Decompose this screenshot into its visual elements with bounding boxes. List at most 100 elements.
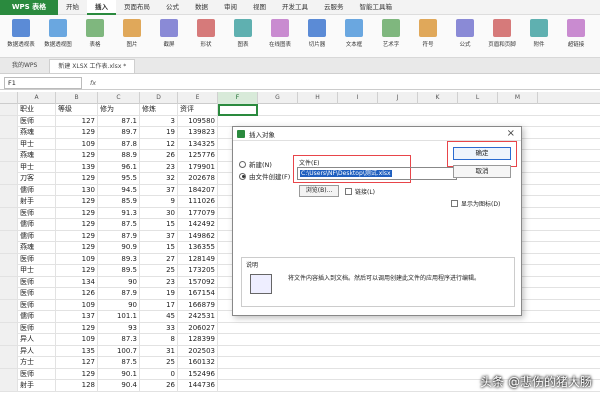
ribbon-item-3[interactable]: 图片 — [115, 17, 149, 48]
cell-c[interactable]: 85.9 — [98, 196, 140, 207]
cell-b[interactable]: 129 — [56, 230, 98, 242]
row-number[interactable] — [0, 380, 18, 391]
radio-from-file[interactable]: 由文件创建(F) — [239, 171, 290, 181]
ribbon-item-15[interactable]: 超链接 — [559, 17, 593, 48]
cell-c[interactable]: 87.9 — [98, 230, 140, 242]
row-number[interactable] — [0, 357, 18, 368]
cell-b[interactable]: 等级 — [56, 104, 98, 115]
ribbon-item-11[interactable]: 符号 — [411, 17, 445, 48]
cell-b[interactable]: 135 — [56, 345, 98, 357]
ribbon-item-2[interactable]: 表格 — [78, 17, 112, 48]
cell-d[interactable]: 0 — [140, 368, 178, 380]
cell-e[interactable]: 167154 — [178, 288, 218, 299]
cell-e[interactable]: 144736 — [178, 380, 218, 391]
column-header-D[interactable]: D — [140, 92, 178, 104]
cell-c[interactable]: 93 — [98, 322, 140, 334]
cell-d[interactable]: 26 — [140, 150, 178, 161]
column-header-G[interactable]: G — [258, 92, 298, 104]
cell-d[interactable]: 31 — [140, 345, 178, 357]
cell-d[interactable]: 25 — [140, 357, 178, 368]
cell-d[interactable]: 15 — [140, 219, 178, 230]
cell-e[interactable]: 206027 — [178, 322, 218, 334]
ribbon-item-6[interactable]: 图表 — [226, 17, 260, 48]
cell-b[interactable]: 129 — [56, 242, 98, 253]
cell-a[interactable]: 射手 — [18, 380, 56, 391]
cell-e[interactable]: 202503 — [178, 345, 218, 357]
cell-c[interactable]: 89.7 — [98, 127, 140, 138]
file-path-input[interactable]: C:\Users\NF\Desktop\测试.xlsx — [297, 167, 457, 180]
cell-e[interactable]: 179901 — [178, 161, 218, 173]
cell-a[interactable]: 医师 — [18, 299, 56, 311]
ribbon-item-9[interactable]: 文本框 — [337, 17, 371, 48]
cell-c[interactable]: 88.9 — [98, 150, 140, 161]
cell-c[interactable]: 101.1 — [98, 311, 140, 322]
cell-d[interactable]: 3 — [140, 115, 178, 127]
cell-d[interactable]: 27 — [140, 253, 178, 265]
cell-d[interactable]: 30 — [140, 207, 178, 219]
cell-d[interactable]: 19 — [140, 127, 178, 138]
cell-e[interactable]: 160132 — [178, 357, 218, 368]
fx-icon[interactable]: fx — [90, 79, 96, 87]
column-header-A[interactable]: A — [18, 92, 56, 104]
cell-d[interactable]: 23 — [140, 276, 178, 288]
cell-b[interactable]: 129 — [56, 127, 98, 138]
link-checkbox[interactable]: 链接(L) — [345, 187, 375, 196]
cell-d[interactable]: 23 — [140, 161, 178, 173]
tab-8[interactable]: 云服务 — [316, 0, 352, 15]
ribbon-item-4[interactable]: 截屏 — [152, 17, 186, 48]
cell-d[interactable]: 9 — [140, 196, 178, 207]
cell-e[interactable]: 152496 — [178, 368, 218, 380]
radio-new[interactable]: 新建(N) — [239, 159, 272, 169]
cell-b[interactable]: 129 — [56, 322, 98, 334]
row-number[interactable] — [0, 311, 18, 322]
cell-a[interactable]: 儒师 — [18, 311, 56, 322]
row-number[interactable] — [0, 368, 18, 380]
row-number[interactable] — [0, 207, 18, 219]
row-number[interactable] — [0, 196, 18, 207]
cell-e[interactable]: 111026 — [178, 196, 218, 207]
row-number[interactable] — [0, 173, 18, 184]
row-number[interactable] — [0, 219, 18, 230]
cell-a[interactable]: 职业 — [18, 104, 56, 115]
cancel-button[interactable]: 取消 — [453, 165, 511, 178]
cell-a[interactable]: 医师 — [18, 288, 56, 299]
cell-c[interactable]: 修为 — [98, 104, 140, 115]
cell-a[interactable]: 甲士 — [18, 138, 56, 150]
cell-d[interactable]: 15 — [140, 242, 178, 253]
close-icon[interactable]: × — [507, 128, 515, 139]
column-header-M[interactable]: M — [498, 92, 538, 104]
cell-c[interactable]: 87.1 — [98, 115, 140, 127]
cell-d[interactable]: 37 — [140, 184, 178, 196]
tab-6[interactable]: 视图 — [245, 0, 274, 15]
active-cell-f1[interactable] — [218, 104, 258, 116]
row-number[interactable] — [0, 299, 18, 311]
ribbon-item-12[interactable]: 公式 — [448, 17, 482, 48]
cell-a[interactable]: 射手 — [18, 196, 56, 207]
cell-b[interactable]: 127 — [56, 357, 98, 368]
cell-e[interactable]: 134325 — [178, 138, 218, 150]
cell-d[interactable]: 26 — [140, 380, 178, 391]
cell-d[interactable]: 33 — [140, 322, 178, 334]
cell-a[interactable]: 医师 — [18, 276, 56, 288]
ribbon-item-0[interactable]: 数据透视表 — [4, 17, 38, 48]
cell-c[interactable]: 87.3 — [98, 334, 140, 345]
cell-e[interactable]: 242531 — [178, 311, 218, 322]
cell-d[interactable]: 37 — [140, 230, 178, 242]
cell-e[interactable]: 149862 — [178, 230, 218, 242]
column-header-J[interactable]: J — [378, 92, 418, 104]
app-menu-button[interactable]: WPS 表格 — [0, 0, 58, 15]
row-number[interactable] — [0, 104, 18, 115]
tab-3[interactable]: 公式 — [158, 0, 187, 15]
row-number[interactable] — [0, 253, 18, 265]
cell-a[interactable]: 异人 — [18, 334, 56, 345]
cell-b[interactable]: 129 — [56, 207, 98, 219]
column-header-B[interactable]: B — [56, 92, 98, 104]
cell-c[interactable]: 90 — [98, 299, 140, 311]
column-header-E[interactable]: E — [178, 92, 218, 104]
cell-c[interactable]: 87.9 — [98, 288, 140, 299]
cell-e[interactable]: 资评 — [178, 104, 218, 115]
row-number[interactable] — [0, 242, 18, 253]
cell-e[interactable]: 136355 — [178, 242, 218, 253]
cell-b[interactable]: 129 — [56, 265, 98, 276]
ribbon-item-8[interactable]: 切片器 — [300, 17, 334, 48]
